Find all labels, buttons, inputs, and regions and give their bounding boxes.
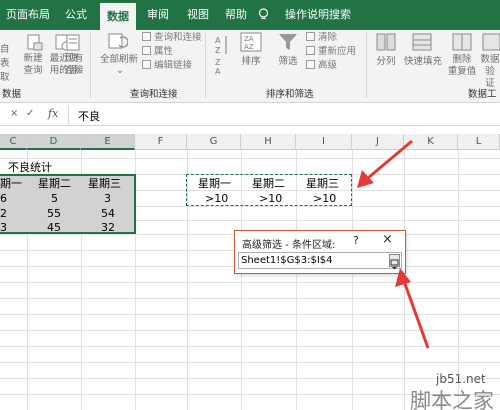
annotation-arrows	[357, 139, 430, 349]
watermark-logo: 脚本之家	[410, 389, 494, 410]
excel-window: 页面布局 公式 数据 审阅 视图 帮助 操作说明搜索 自 表 取 新建 查询 最…	[0, 0, 500, 410]
watermark-url: jb51.net	[436, 372, 486, 386]
arrow-to-dialog-input	[395, 268, 430, 349]
arrow-to-criteria	[357, 139, 413, 188]
